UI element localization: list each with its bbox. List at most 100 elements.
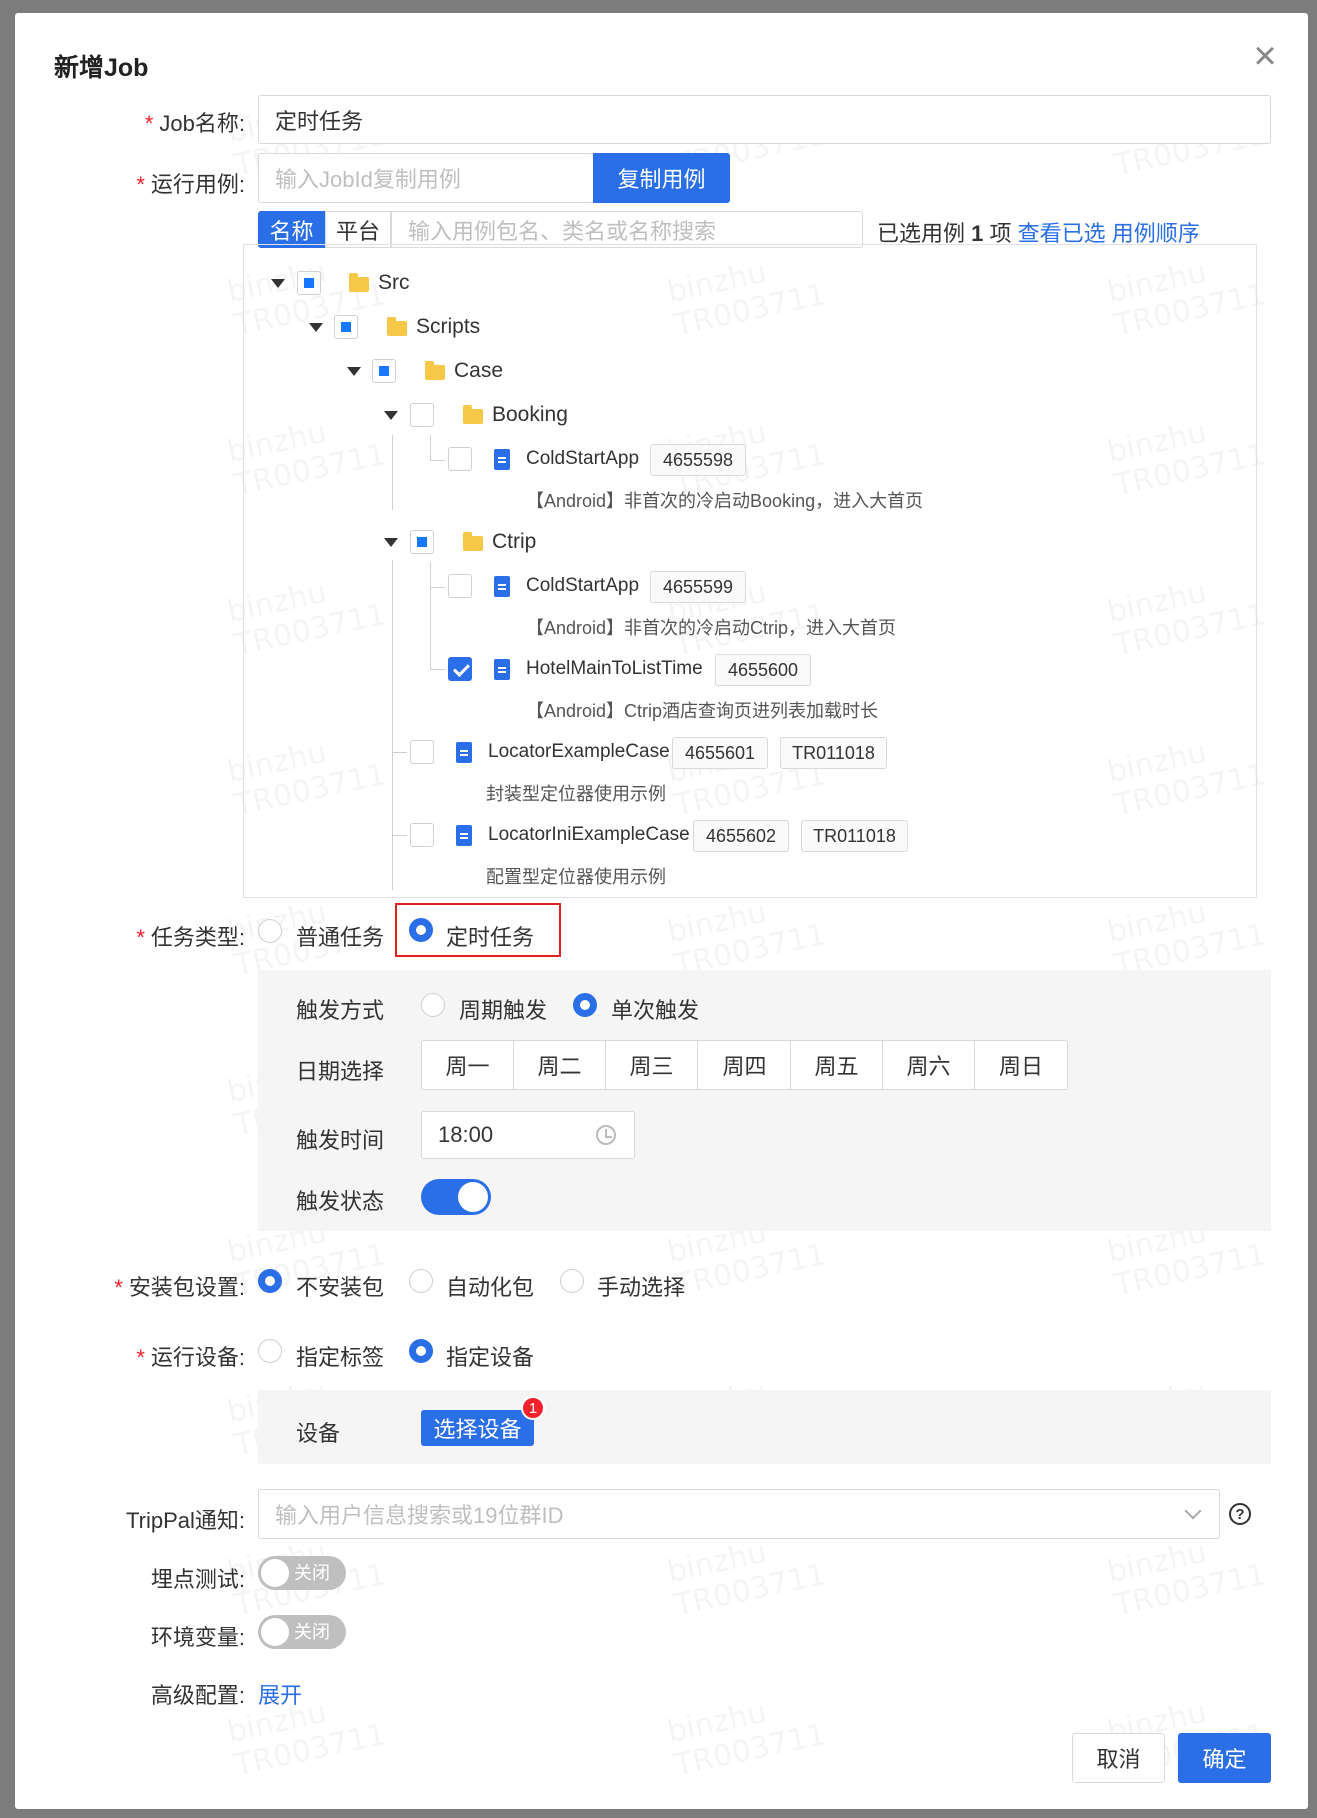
day-button-mon[interactable]: 周一 [421,1040,514,1090]
time-value: 18:00 [438,1122,494,1147]
tree-guide-line [392,835,407,836]
job-id-input[interactable]: 输入JobId复制用例 [258,153,594,203]
case-name[interactable]: ColdStartApp [526,568,639,604]
radio-specify-tag[interactable] [258,1339,282,1363]
radio-periodic-trigger[interactable] [421,993,445,1017]
case-tree [243,244,1257,898]
tree-guide-line [392,435,393,510]
radio-label[interactable]: 周期触发 [459,993,547,1025]
confirm-button[interactable]: 确定 [1178,1733,1271,1783]
trigger-state-label: 触发状态 [296,1189,385,1214]
checkbox-locator-example[interactable] [410,740,434,764]
radio-label[interactable]: 单次触发 [611,993,699,1025]
job-name-input[interactable]: 定时任务 [258,95,1271,144]
checkbox-ctrip-coldstart[interactable] [448,574,472,598]
task-type-label: * 任务类型: [136,925,245,950]
select-device-button[interactable]: 选择设备 [421,1410,534,1446]
checkbox-locator-ini-example[interactable] [410,823,434,847]
radio-no-package[interactable] [258,1269,282,1293]
folder-icon [463,532,483,551]
case-name[interactable]: ColdStartApp [526,441,639,477]
file-icon [494,576,510,597]
tab-platform[interactable]: 平台 [325,211,391,248]
day-button-sun[interactable]: 周日 [974,1040,1068,1090]
checkbox-booking-coldstart[interactable] [448,447,472,471]
expand-caret-icon[interactable] [347,367,361,376]
checkbox-booking[interactable] [410,403,434,427]
device-row-label: 设备 [296,1421,341,1446]
checkbox-hotel-main-to-list[interactable] [448,657,472,681]
view-selected-link[interactable]: 查看已选 [1018,221,1106,246]
case-id-tag: 4655601 [672,737,768,769]
help-icon[interactable]: ? [1229,1503,1251,1525]
case-name[interactable]: LocatorExampleCase [488,734,670,770]
radio-specify-device[interactable] [409,1339,433,1363]
checkbox-src[interactable] [297,271,321,295]
switch-text: 关闭 [294,1622,330,1642]
radio-normal-task[interactable] [258,919,282,943]
tree-guide-line [430,587,445,588]
day-button-tue[interactable]: 周二 [513,1040,606,1090]
folder-icon [425,361,445,380]
case-search-input[interactable]: 输入用例包名、类名或名称搜索 [391,211,863,248]
case-name[interactable]: LocatorIniExampleCase [488,817,690,853]
case-desc: 封装型定位器使用示例 [486,784,666,804]
tracking-test-switch[interactable]: 关闭 [258,1556,346,1590]
tree-guide-line [430,435,431,460]
tree-guide-line [392,752,407,753]
folder-icon [349,273,369,292]
case-name[interactable]: HotelMainToListTime [526,651,703,687]
folder-icon [387,317,407,336]
expand-link[interactable]: 展开 [258,1678,302,1710]
tree-guide-line [392,560,393,890]
switch-knob [261,1618,289,1646]
tree-guide-line [430,669,445,670]
trippal-select[interactable]: 输入用户信息搜索或19位群ID [258,1489,1220,1539]
expand-caret-icon[interactable] [384,538,398,547]
file-icon [494,449,510,470]
radio-label[interactable]: 指定标签 [296,1340,384,1372]
copy-case-button[interactable]: 复制用例 [593,153,730,203]
tree-node-src[interactable]: Src [378,265,410,301]
day-button-thu[interactable]: 周四 [697,1040,792,1090]
switch-knob [261,1559,289,1587]
case-order-link[interactable]: 用例顺序 [1112,221,1200,246]
trigger-mode-label: 触发方式 [296,998,385,1023]
env-variables-label: 环境变量: [150,1625,245,1650]
expand-caret-icon[interactable] [384,411,398,420]
tree-node-case[interactable]: Case [454,353,503,389]
radio-label[interactable]: 自动化包 [446,1270,534,1302]
tab-name[interactable]: 名称 [258,211,325,248]
tree-node-ctrip[interactable]: Ctrip [492,524,536,560]
radio-single-trigger[interactable] [573,993,597,1017]
radio-scheduled-task[interactable] [409,918,433,942]
trigger-state-switch[interactable] [421,1179,491,1215]
tree-node-scripts[interactable]: Scripts [416,309,480,345]
radio-manual-package[interactable] [560,1269,584,1293]
tree-node-booking[interactable]: Booking [492,397,568,433]
env-variables-switch[interactable]: 关闭 [258,1615,346,1649]
checkbox-scripts[interactable] [334,315,358,339]
radio-label[interactable]: 手动选择 [597,1270,685,1302]
day-button-wed[interactable]: 周三 [605,1040,698,1090]
trigger-time-label: 触发时间 [296,1128,385,1153]
radio-label[interactable]: 定时任务 [446,920,534,952]
schedule-panel [258,970,1271,1231]
expand-caret-icon[interactable] [309,323,323,332]
dialog-title: 新增Job [54,54,149,82]
close-icon[interactable]: × [1245,36,1285,76]
radio-label[interactable]: 不安装包 [296,1270,384,1302]
radio-label[interactable]: 指定设备 [446,1340,534,1372]
file-icon [456,825,472,846]
day-button-fri[interactable]: 周五 [790,1040,883,1090]
radio-label[interactable]: 普通任务 [296,920,384,952]
day-button-sat[interactable]: 周六 [882,1040,975,1090]
case-id-tag: 4655602 [693,820,789,852]
expand-caret-icon[interactable] [271,279,285,288]
radio-auto-package[interactable] [409,1269,433,1293]
case-id-tag: 4655600 [715,654,811,686]
cancel-button[interactable]: 取消 [1072,1733,1165,1783]
clock-icon [596,1125,616,1145]
checkbox-case[interactable] [372,359,396,383]
checkbox-ctrip[interactable] [410,530,434,554]
